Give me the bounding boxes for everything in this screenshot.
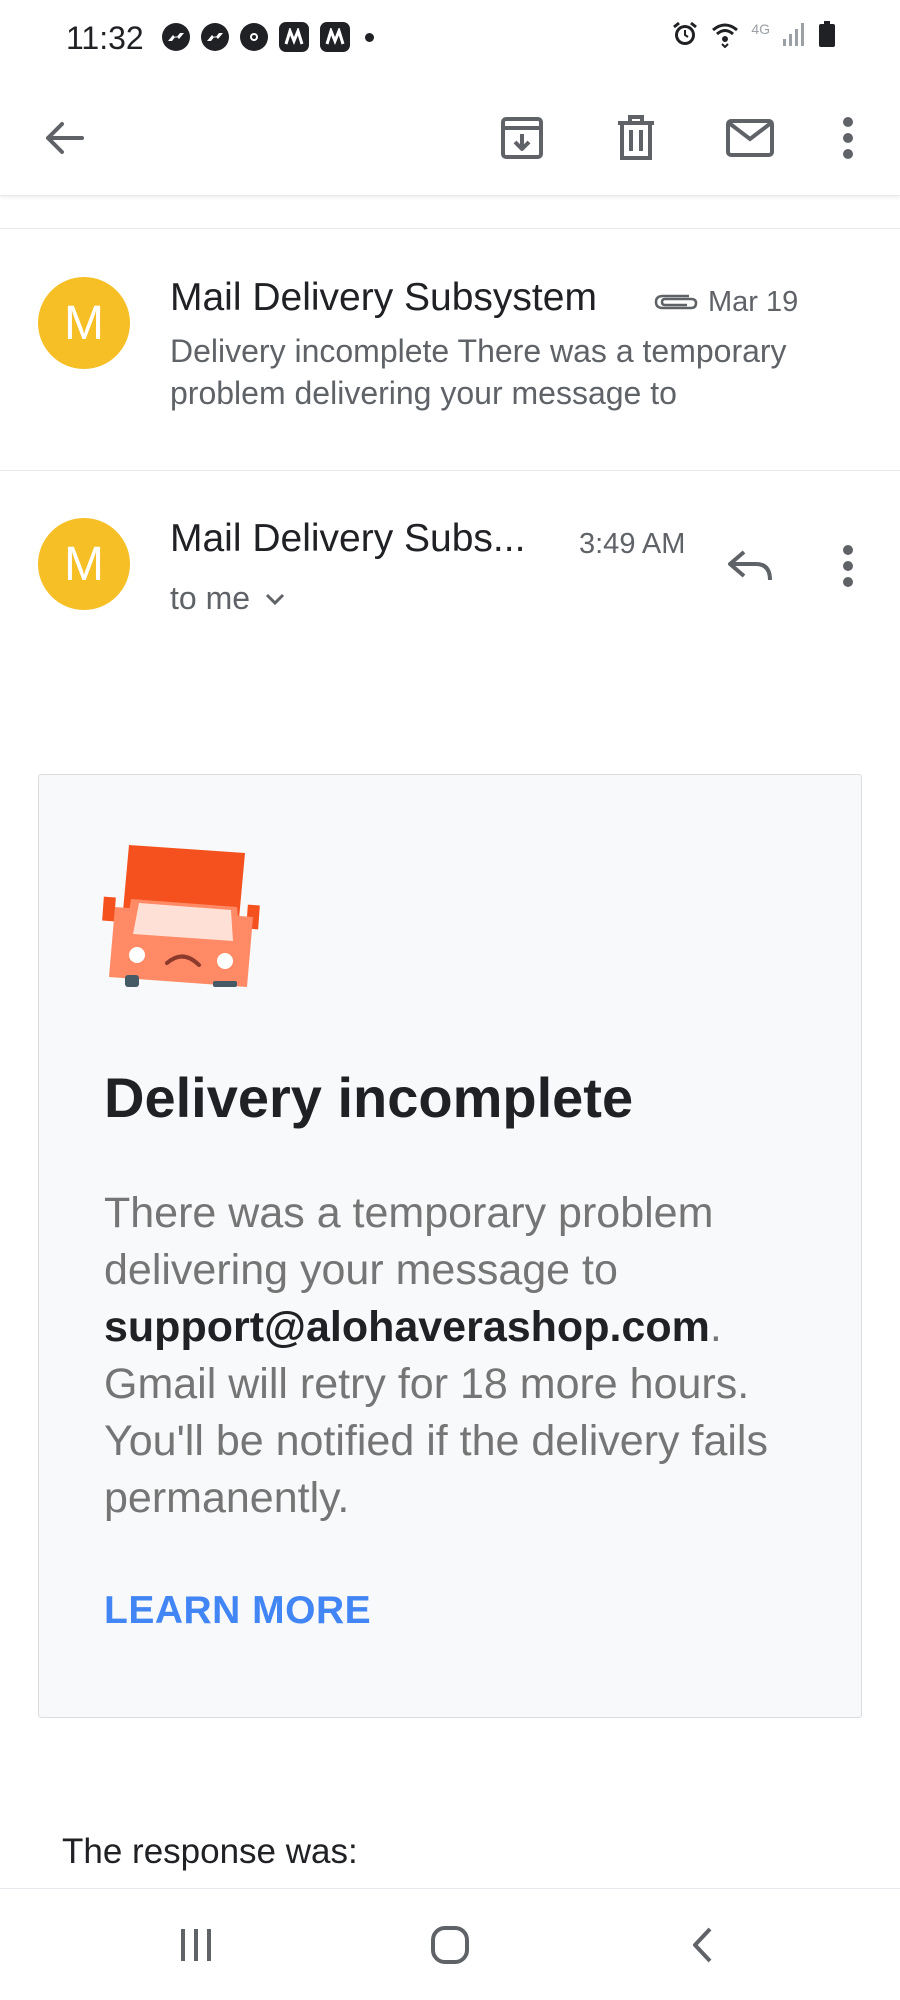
recent-apps-icon (181, 1929, 211, 1961)
sender-name[interactable]: Mail Delivery Subs... (170, 517, 525, 561)
system-icons: 4G (671, 20, 836, 48)
archive-icon (501, 117, 543, 159)
card-body: There was a temporary problem delivering… (104, 1185, 824, 1527)
chrome-icon (240, 23, 268, 51)
back-arrow-icon (46, 122, 84, 154)
response-label: The response was: (62, 1832, 358, 1871)
back-chevron-icon (693, 1927, 712, 1963)
app-icon (279, 22, 309, 52)
card-title: Delivery incomplete (104, 1066, 634, 1129)
message-more-button[interactable] (810, 528, 886, 604)
home-icon (431, 1926, 469, 1964)
recipient-email: support@alohaverashop.com (104, 1303, 710, 1351)
archive-button[interactable] (484, 100, 560, 176)
alarm-icon (673, 21, 698, 45)
messenger-icon (162, 23, 190, 51)
network-type: 4G (751, 21, 770, 37)
sender-name: Mail Delivery Subsystem (170, 276, 597, 319)
messenger-icon (201, 23, 229, 51)
avatar: M (38, 277, 130, 369)
battery-icon (819, 21, 835, 47)
home-button[interactable] (410, 1915, 490, 1975)
divider (0, 228, 900, 229)
reply-icon (728, 550, 772, 581)
delivery-card: Delivery incomplete There was a temporar… (38, 774, 862, 1718)
mark-unread-button[interactable] (712, 100, 788, 176)
reply-button[interactable] (712, 528, 788, 604)
divider (0, 470, 900, 471)
body-text: There was a temporary problem delivering… (104, 1189, 714, 1294)
recipient-details-toggle[interactable]: to me (170, 580, 286, 617)
trash-icon (618, 115, 654, 160)
notification-icons (162, 22, 374, 52)
body-text: Gmail will retry for 18 more hours. You'… (104, 1360, 768, 1522)
mail-icon (726, 119, 774, 157)
signal-icon (783, 23, 804, 46)
body-text: . (709, 1303, 722, 1351)
recent-apps-button[interactable] (156, 1915, 236, 1975)
status-time: 11:32 (66, 20, 144, 56)
more-options-button[interactable] (810, 100, 886, 176)
chevron-down-icon (265, 593, 285, 605)
back-button[interactable] (26, 100, 102, 176)
attachment-icon (654, 294, 698, 310)
status-bar: 11:32 4G (0, 0, 900, 78)
more-vert-icon (843, 117, 853, 159)
learn-more-link[interactable]: LEARN MORE (104, 1589, 371, 1633)
message-toolbar (0, 78, 900, 196)
app-icon (320, 22, 350, 52)
more-notifications-dot (365, 32, 374, 42)
more-vert-icon (843, 545, 853, 587)
avatar[interactable]: M (38, 518, 130, 610)
delivery-truck-icon (102, 845, 260, 987)
system-navigation-bar (0, 1888, 900, 2000)
message-time: 3:49 AM (579, 528, 686, 560)
message-snippet: Delivery incomplete There was a temporar… (170, 333, 787, 411)
recipient-label: to me (170, 580, 251, 616)
message-date: Mar 19 (708, 286, 799, 318)
wifi-icon (712, 23, 739, 48)
system-back-button[interactable] (662, 1915, 742, 1975)
delete-button[interactable] (598, 100, 674, 176)
